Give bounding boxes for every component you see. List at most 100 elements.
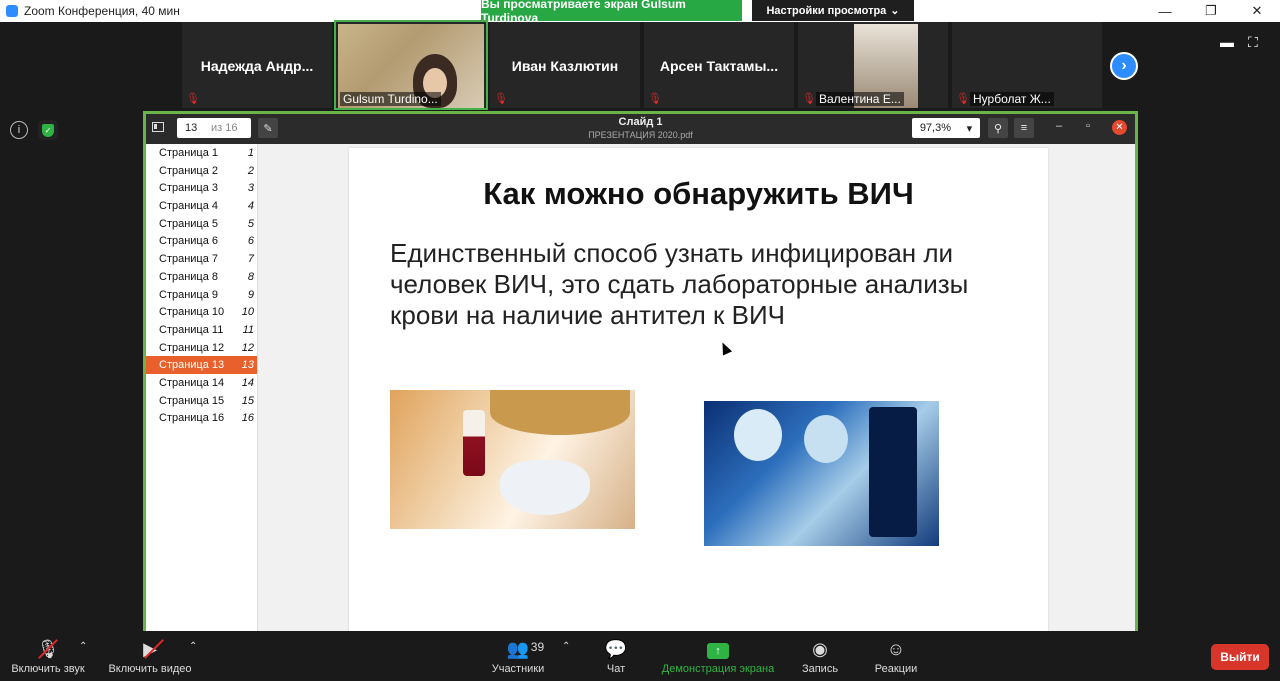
- page-number: 11: [242, 323, 254, 336]
- page-number: 9: [247, 288, 254, 301]
- page-number: 4: [247, 200, 254, 213]
- minimize-icon[interactable]: –: [1056, 120, 1062, 132]
- window-title: Zoom Конференция, 40 мин: [24, 4, 180, 18]
- view-settings-label: Настройки просмотра: [766, 4, 887, 17]
- mic-muted-icon: 🎙: [802, 93, 816, 105]
- search-icon[interactable]: ⚲: [988, 118, 1008, 138]
- security-shield-icon[interactable]: ✓: [38, 120, 58, 140]
- participant-name: Иван Казлютин: [511, 58, 619, 74]
- video-options-caret[interactable]: ⌃: [189, 641, 197, 652]
- share-screen-button[interactable]: ↑ Демонстрация экрана: [658, 631, 778, 681]
- chevron-right-icon: ›: [1121, 57, 1127, 74]
- participant-name: Нурболат Ж...: [970, 92, 1054, 106]
- chat-label: Чат: [606, 663, 626, 675]
- unmute-button[interactable]: 🎙 Включить звук: [6, 631, 90, 681]
- page-number: 8: [247, 270, 254, 283]
- page-label: Страница 14: [159, 376, 225, 389]
- participant-name: Валентина Е...: [816, 92, 904, 106]
- page-list-item[interactable]: Страница 15 15: [146, 392, 257, 410]
- minimize-button[interactable]: —: [1142, 0, 1188, 22]
- page-list-item[interactable]: Страница 5 5: [146, 215, 257, 233]
- page-label: Страница 5: [159, 217, 219, 230]
- page-list-item[interactable]: Страница 12 12: [146, 339, 257, 357]
- page-label: Страница 16: [159, 412, 225, 425]
- page-list-item[interactable]: Страница 4 4: [146, 197, 257, 215]
- restore-button[interactable]: ❐: [1188, 0, 1234, 22]
- page-list-item[interactable]: Страница 7 7: [146, 250, 257, 268]
- page-list: Страница 1 1 Страница 2 2 Страница 3 3 Страниц…: [146, 144, 258, 631]
- pdf-viewer-toolbar: 13 из 16 ✎ Слайд 1 ПРЕЗЕНТАЦИЯ 2020.pdf …: [146, 114, 1135, 144]
- mic-muted-icon: 🎙: [956, 93, 970, 105]
- page-list-item[interactable]: Страница 14 14: [146, 374, 257, 392]
- participants-caret[interactable]: ⌃: [562, 641, 570, 652]
- record-button[interactable]: ◉ Запись: [798, 631, 842, 681]
- page-label: Страница 3: [159, 182, 219, 195]
- participants-button[interactable]: 👥 39 Участники: [486, 631, 550, 681]
- menu-icon[interactable]: ≡: [1014, 118, 1034, 138]
- page-label: Страница 9: [159, 288, 219, 301]
- close-button[interactable]: ✕: [1234, 0, 1280, 22]
- view-icons: ▬ ⛶: [1220, 34, 1258, 51]
- chevron-down-icon: ⌄: [890, 5, 900, 17]
- restore-icon[interactable]: ▫: [1086, 120, 1090, 132]
- camera-off-icon: ▶: [143, 639, 157, 659]
- chat-button[interactable]: 💬 Чат: [596, 631, 636, 681]
- page-number: 7: [247, 253, 254, 266]
- page-list-item[interactable]: Страница 6 6: [146, 232, 257, 250]
- info-icon[interactable]: i: [10, 121, 28, 139]
- reactions-button[interactable]: ☺ Реакции: [870, 631, 922, 681]
- slide-title: Как можно обнаружить ВИЧ: [483, 176, 914, 211]
- participant-tile[interactable]: Надежда Андр... 🎙: [182, 22, 332, 108]
- page-list-item[interactable]: Страница 2 2: [146, 162, 257, 180]
- start-video-button[interactable]: ▶ Включить видео: [104, 631, 196, 681]
- page-list-item[interactable]: Страница 10 10: [146, 303, 257, 321]
- page-label: Страница 2: [159, 164, 219, 177]
- close-icon[interactable]: ✕: [1112, 120, 1127, 135]
- page-list-item[interactable]: Страница 3 3: [146, 179, 257, 197]
- page-number: 3: [247, 182, 254, 195]
- page-label: Страница 12: [159, 341, 225, 354]
- app-title: Zoom Конференция, 40 мин: [6, 4, 180, 18]
- page-number: 16: [241, 412, 254, 425]
- next-participants-button[interactable]: ›: [1110, 52, 1138, 80]
- participant-name: Gulsum Turdino...: [340, 92, 441, 106]
- participant-tile[interactable]: Иван Казлютин 🎙: [490, 22, 640, 108]
- page-number: 5: [247, 217, 254, 230]
- leave-button[interactable]: Выйти: [1211, 644, 1269, 670]
- page-list-item[interactable]: Страница 13 13: [146, 356, 257, 374]
- page-list-item[interactable]: Страница 9 9: [146, 286, 257, 304]
- page-list-item[interactable]: Страница 1 1: [146, 144, 257, 162]
- participant-tile[interactable]: Арсен Тактамы... 🎙: [644, 22, 794, 108]
- page-number: 2: [247, 164, 254, 177]
- page-list-item[interactable]: Страница 8 8: [146, 268, 257, 286]
- window-controls: — ❐ ✕: [1142, 0, 1280, 22]
- view-settings-button[interactable]: Настройки просмотра ⌄: [752, 0, 914, 21]
- participant-tile-active[interactable]: Gulsum Turdino...: [334, 20, 488, 110]
- mic-muted-icon: 🎙: [494, 93, 508, 105]
- gallery-view-icon[interactable]: ▬: [1220, 34, 1234, 51]
- fullscreen-icon[interactable]: ⛶: [1248, 34, 1258, 51]
- slide-body: Единственный способ узнать инфицирован л…: [390, 238, 969, 330]
- audio-options-caret[interactable]: ⌃: [79, 641, 87, 652]
- page-number: 12: [241, 341, 254, 354]
- slide: Как можно обнаружить ВИЧ Единственный сп…: [349, 148, 1048, 631]
- participant-tile[interactable]: 🎙 Валентина Е...: [798, 22, 948, 108]
- page-list-item[interactable]: Страница 11 11: [146, 321, 257, 339]
- participant-tile[interactable]: 🎙 Нурболат Ж...: [952, 22, 1102, 108]
- page-number: 6: [247, 235, 254, 248]
- zoom-logo-icon: [6, 5, 18, 17]
- mic-muted-icon: 🎙: [186, 93, 200, 105]
- page-label: Страница 15: [159, 394, 225, 407]
- reactions-icon: ☺: [886, 639, 906, 659]
- page-number: 13: [241, 359, 254, 372]
- participant-name: Надежда Андр...: [200, 58, 314, 74]
- participant-strip: Надежда Андр... 🎙 Gulsum Turdino... Иван…: [182, 20, 1102, 110]
- page-label: Страница 13: [159, 359, 225, 372]
- page-number: 15: [241, 394, 254, 407]
- page-label: Страница 4: [159, 200, 219, 213]
- page-label: Страница 10: [159, 306, 225, 319]
- zoom-select[interactable]: 97,3% ▾: [912, 118, 980, 138]
- page-list-item[interactable]: Страница 16 16: [146, 409, 257, 427]
- participants-count: 39: [530, 640, 545, 654]
- page-label: Страница 1: [159, 147, 219, 159]
